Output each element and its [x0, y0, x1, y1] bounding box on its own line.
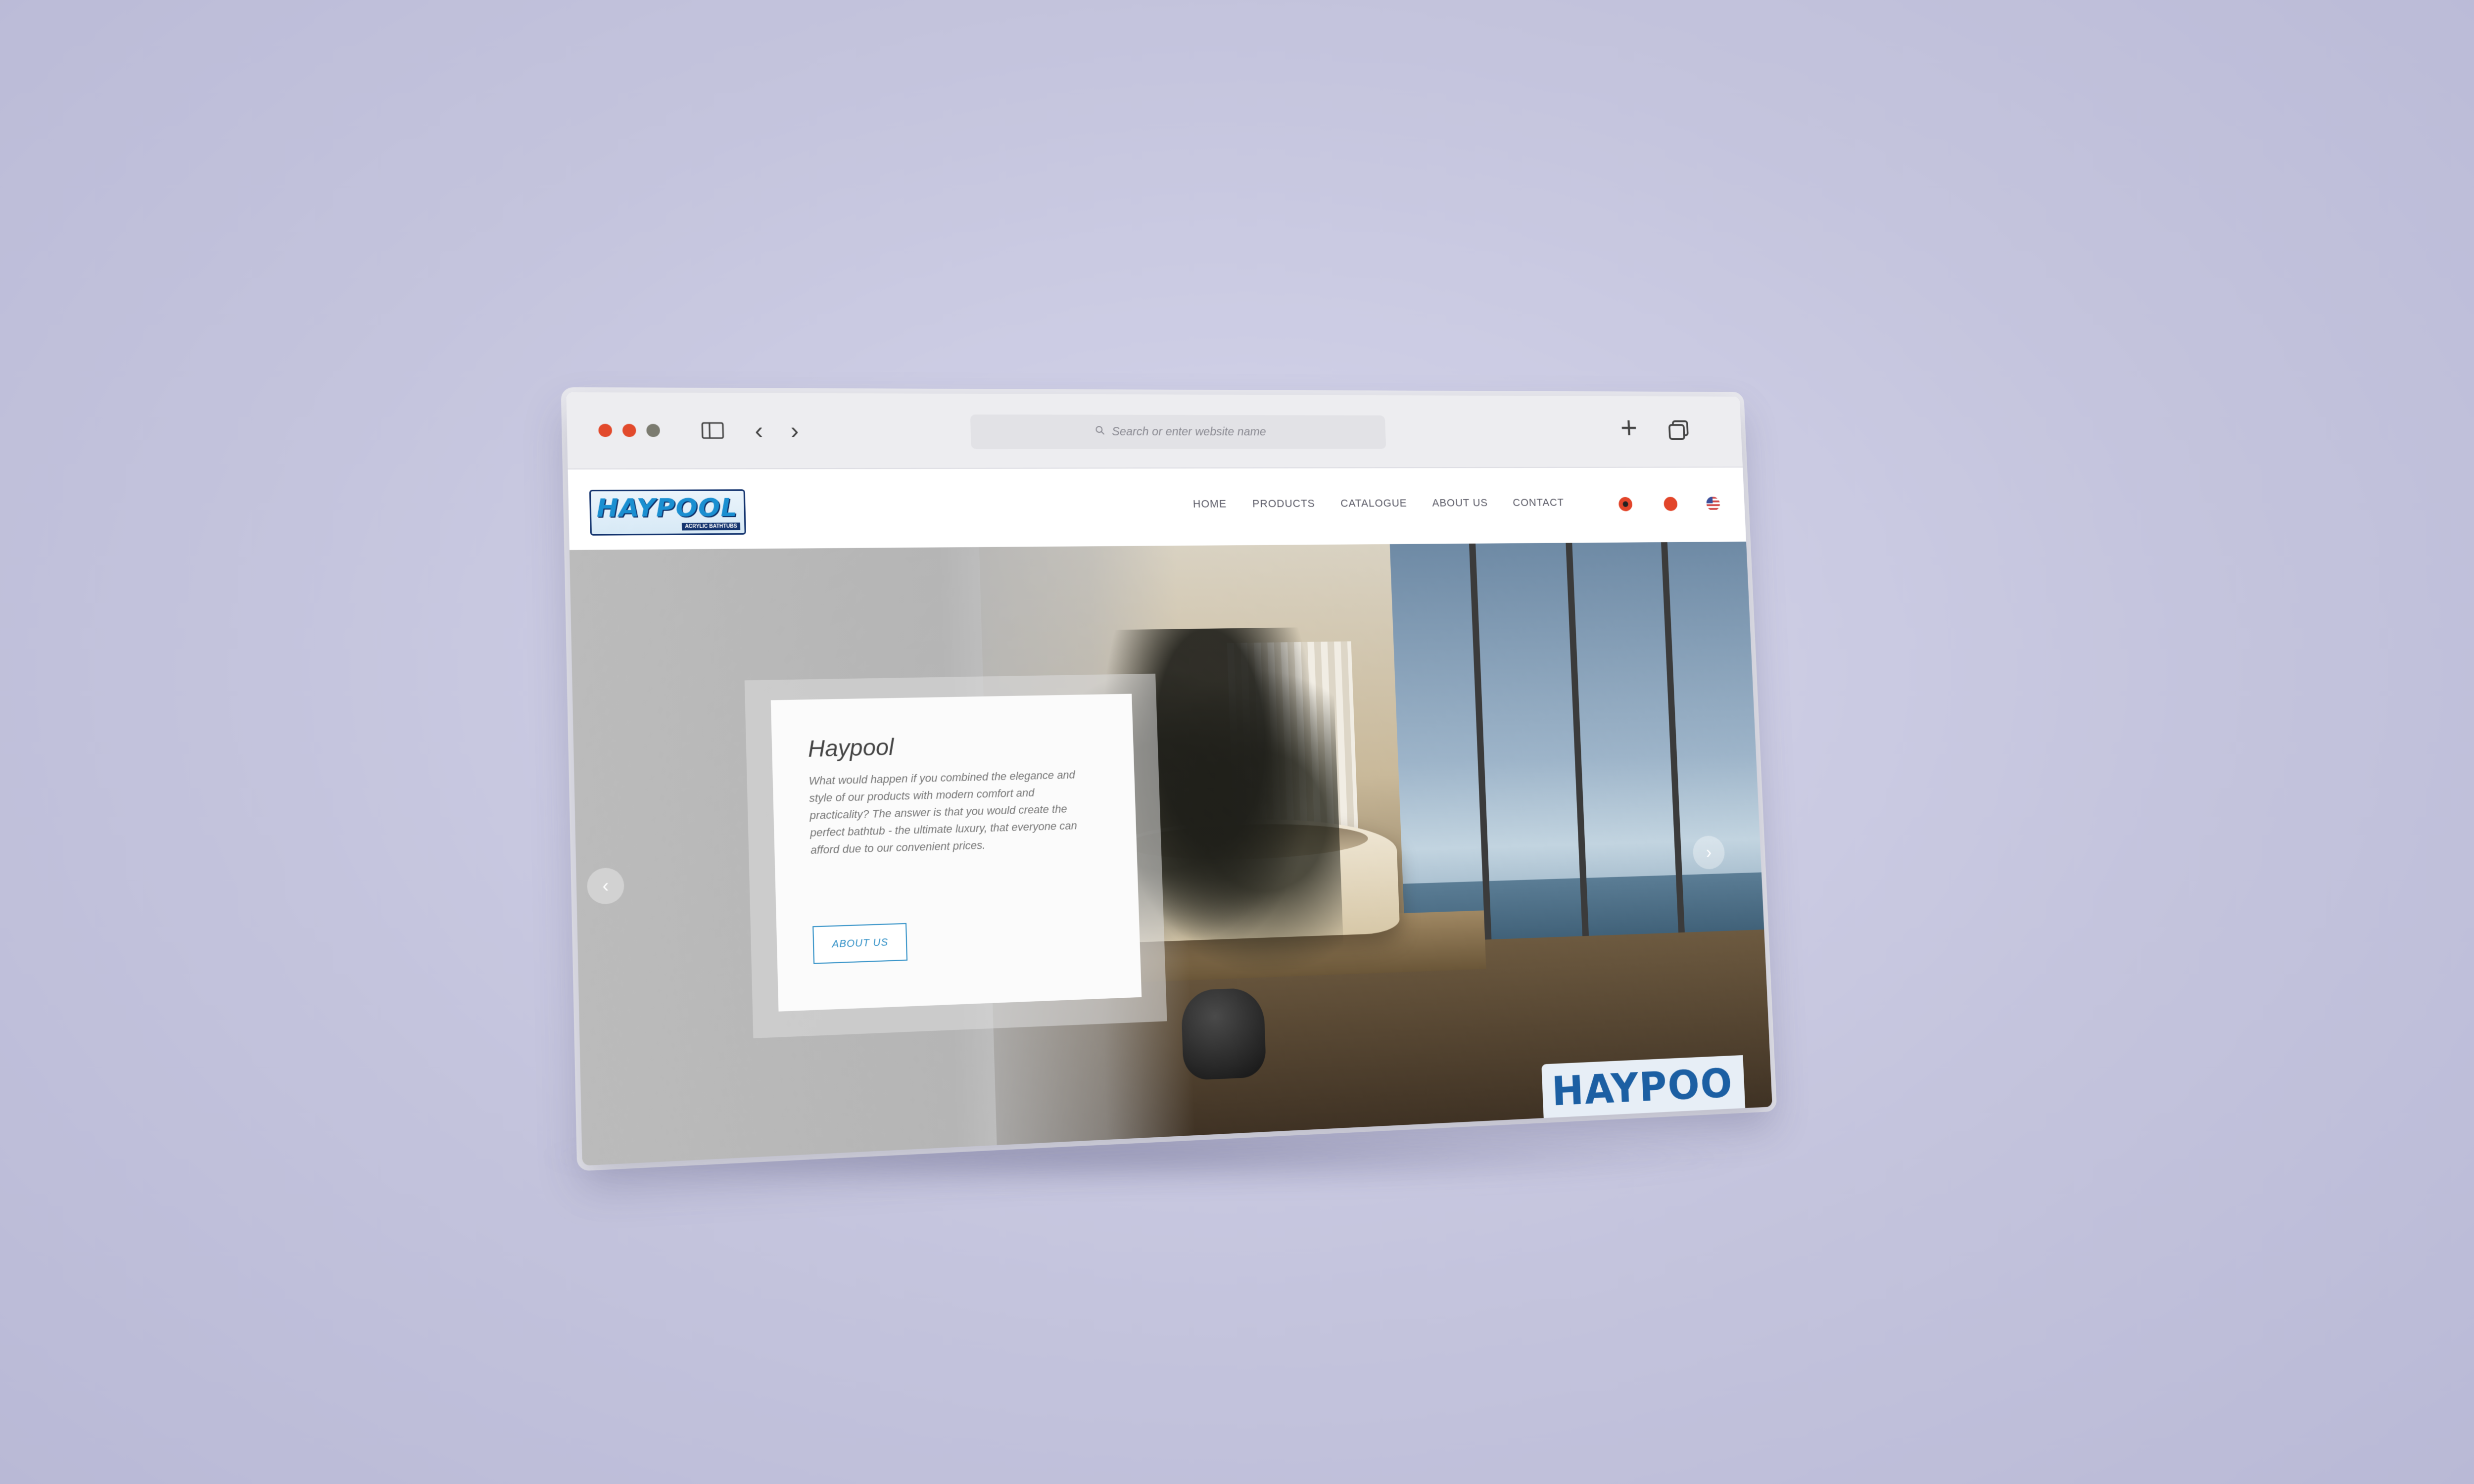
- forward-icon[interactable]: ›: [784, 417, 806, 444]
- logo-subtext: ACRYLIC BATHTUBS: [682, 522, 740, 530]
- macedonian-flag-icon[interactable]: [1664, 497, 1678, 511]
- watermark-text: HAYPOO: [1551, 1061, 1734, 1115]
- maximize-window-button[interactable]: [646, 424, 660, 437]
- address-bar[interactable]: Search or enter website name: [970, 415, 1386, 449]
- sidebar-toggle-icon[interactable]: [697, 417, 728, 444]
- nav-contact[interactable]: CONTACT: [1513, 496, 1565, 509]
- albanian-flag-icon[interactable]: [1618, 497, 1633, 511]
- hero-slider: Haypool What would happen if you combine…: [570, 542, 1772, 1166]
- about-us-button[interactable]: ABOUT US: [812, 923, 907, 964]
- close-window-button[interactable]: [598, 424, 612, 437]
- mockup-stage: ‹ › Search or enter website name + HAYPO…: [0, 0, 2474, 1484]
- hero-card: Haypool What would happen if you combine…: [771, 694, 1142, 1012]
- logo-text: HAYPOOL: [596, 493, 738, 523]
- nav-home[interactable]: HOME: [1193, 498, 1227, 510]
- search-icon: [1095, 425, 1105, 439]
- nav-about-us[interactable]: ABOUT US: [1432, 497, 1488, 510]
- us-flag-icon[interactable]: [1706, 497, 1720, 511]
- nav-products[interactable]: PRODUCTS: [1252, 497, 1315, 510]
- nav-catalogue[interactable]: CATALOGUE: [1340, 497, 1407, 510]
- site-header: HAYPOOL ACRYLIC BATHTUBS HOME PRODUCTS C…: [568, 467, 1747, 552]
- browser-toolbar: ‹ › Search or enter website name +: [566, 392, 1743, 469]
- hero-title: Haypool: [808, 729, 1104, 762]
- main-nav: HOME PRODUCTS CATALOGUE ABOUT US CONTACT: [1193, 496, 1565, 510]
- browser-window: ‹ › Search or enter website name + HAYPO…: [566, 392, 1772, 1165]
- haypool-logo[interactable]: HAYPOOL ACRYLIC BATHTUBS: [589, 489, 746, 536]
- tabs-icon[interactable]: [1665, 418, 1693, 443]
- plant-pot: [1181, 987, 1266, 1080]
- address-placeholder: Search or enter website name: [1112, 425, 1267, 439]
- minimize-window-button[interactable]: [622, 424, 636, 437]
- hero-text: What would happen if you combined the el…: [809, 766, 1093, 859]
- plus-icon[interactable]: +: [1615, 415, 1643, 440]
- back-icon[interactable]: ‹: [748, 417, 769, 444]
- haypool-watermark: HAYPOO: [1541, 1055, 1745, 1118]
